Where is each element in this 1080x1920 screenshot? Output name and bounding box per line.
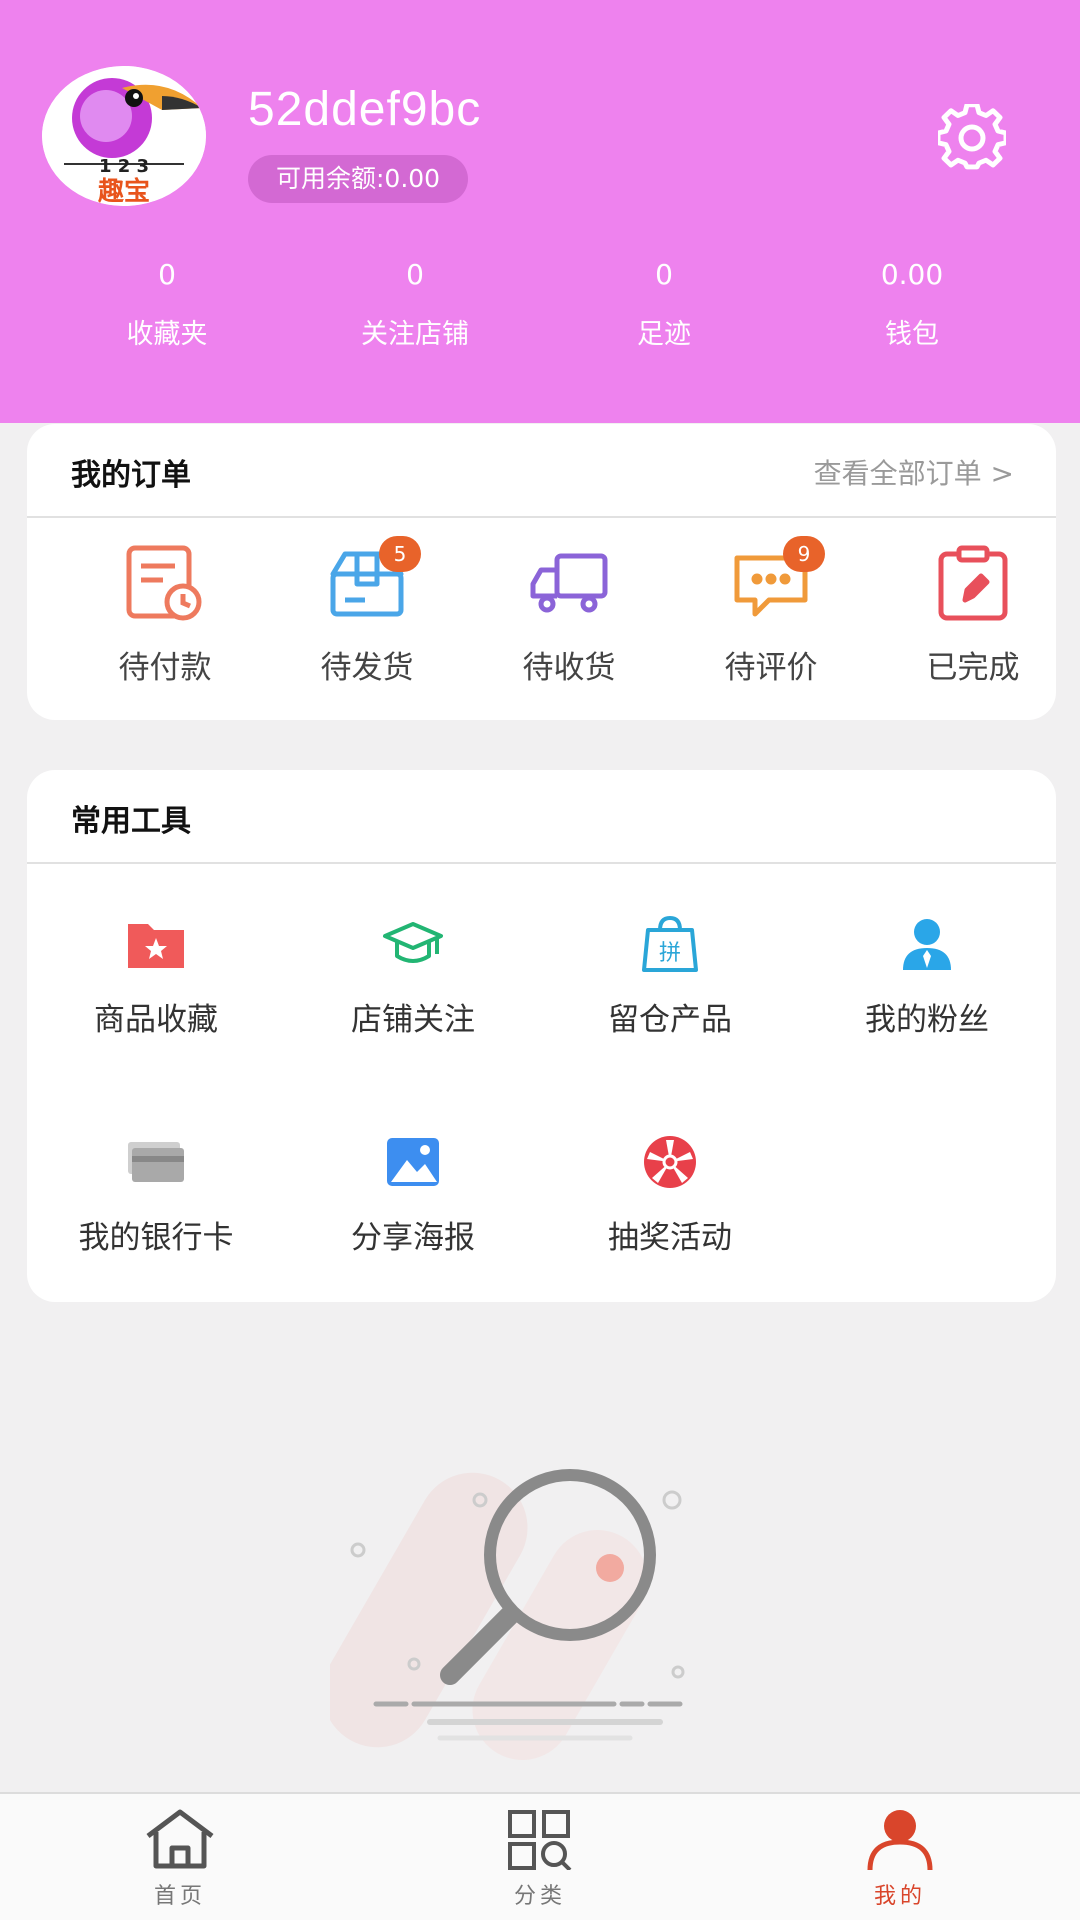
stat-value: 0.00 [880, 258, 944, 291]
tool-lottery[interactable]: 抽奖活动 [555, 1134, 785, 1257]
empty-search-illustration [322, 1450, 750, 1770]
shopping-bag-icon: 拼 [638, 915, 702, 972]
stat-label: 关注店铺 [361, 319, 469, 350]
tools-card: 常用工具 商品收藏 店铺关注 拼 留仓产品 我的粉丝 我的银行卡 分享海报 抽奖… [27, 770, 1056, 1302]
orders-card: 我的订单 查看全部订单 > 待付款 5 待发货 待收货 9 待评价 已完成 [27, 424, 1056, 720]
avatar-logo-text: 趣宝 [97, 176, 150, 206]
stat-label: 收藏夹 [126, 319, 208, 350]
tab-label: 首页 [153, 1884, 206, 1909]
tool-label: 分享海报 [351, 1220, 475, 1256]
profile-header: 1 2 3 趣宝 52ddef9bc 可用余额:0.00 0 收藏夹 0 关注店… [0, 0, 1080, 423]
stat-value: 0 [406, 258, 424, 291]
tool-label: 我的银行卡 [78, 1220, 234, 1256]
order-label: 待评价 [724, 650, 818, 686]
pending-shipment-icon: 5 [325, 536, 421, 624]
pending-payment-icon [123, 544, 207, 624]
lottery-wheel-icon [638, 1134, 702, 1190]
tab-home[interactable]: 首页 [80, 1808, 280, 1910]
tools-card-header: 常用工具 [27, 770, 1056, 864]
tool-shop-follow[interactable]: 店铺关注 [298, 916, 528, 1039]
order-pending-payment[interactable]: 待付款 [65, 544, 265, 687]
order-pending-receipt[interactable]: 待收货 [469, 544, 669, 687]
tab-label: 分类 [513, 1884, 566, 1909]
balance-badge[interactable]: 可用余额:0.00 [248, 155, 469, 203]
review-chat-icon: 9 [729, 536, 825, 624]
username: 52ddef9bc [248, 83, 482, 136]
tab-label: 我的 [873, 1884, 926, 1909]
stat-followed-shops[interactable]: 0 关注店铺 [315, 250, 515, 351]
order-label: 已完成 [926, 650, 1020, 686]
order-badge: 9 [783, 536, 825, 572]
order-label: 待发货 [320, 650, 414, 686]
stat-favorites[interactable]: 0 收藏夹 [67, 250, 267, 351]
bottom-tab-bar: 首页 分类 我的 [0, 1792, 1080, 1920]
svg-text:拼: 拼 [659, 941, 681, 966]
stat-value: 0 [655, 258, 673, 291]
orders-title: 我的订单 [71, 458, 191, 493]
home-icon [144, 1808, 216, 1870]
order-label: 待付款 [118, 650, 212, 686]
order-pending-review[interactable]: 9 待评价 [671, 536, 871, 687]
avatar-number-text: 1 2 3 [99, 156, 149, 177]
tool-warehouse-products[interactable]: 拼 留仓产品 [555, 915, 785, 1039]
delivery-truck-icon [527, 544, 611, 624]
stat-label: 足迹 [637, 319, 691, 350]
completed-clipboard-icon [931, 544, 1015, 624]
fans-user-icon [895, 916, 959, 972]
category-icon [504, 1808, 576, 1872]
stat-footprints[interactable]: 0 足迹 [564, 250, 764, 351]
avatar[interactable]: 1 2 3 趣宝 [42, 66, 206, 206]
tool-label: 我的粉丝 [865, 1002, 989, 1038]
view-all-orders-link[interactable]: 查看全部订单 > [814, 452, 1014, 492]
tool-share-poster[interactable]: 分享海报 [298, 1134, 528, 1257]
tool-bank-cards[interactable]: 我的银行卡 [41, 1134, 271, 1257]
profile-icon [864, 1808, 936, 1871]
order-badge: 5 [379, 536, 421, 572]
favorite-folder-icon [124, 916, 188, 972]
tool-label: 商品收藏 [94, 1002, 218, 1038]
tool-label: 店铺关注 [351, 1002, 475, 1038]
stat-label: 钱包 [885, 319, 939, 350]
orders-card-header: 我的订单 查看全部订单 > [27, 424, 1056, 518]
bank-card-icon [124, 1134, 188, 1190]
order-pending-shipment[interactable]: 5 待发货 [267, 536, 467, 687]
tool-label: 抽奖活动 [608, 1220, 732, 1256]
order-completed[interactable]: 已完成 [873, 544, 1073, 687]
stats-row: 0 收藏夹 0 关注店铺 0 足迹 0.00 钱包 [0, 250, 1080, 370]
stat-wallet[interactable]: 0.00 钱包 [812, 250, 1012, 351]
tools-title: 常用工具 [71, 804, 191, 839]
settings-gear-icon[interactable] [935, 102, 1009, 172]
tab-category[interactable]: 分类 [440, 1808, 640, 1910]
tab-profile[interactable]: 我的 [800, 1808, 1000, 1910]
poster-image-icon [381, 1134, 445, 1190]
tool-label: 留仓产品 [608, 1002, 732, 1038]
stat-value: 0 [158, 258, 176, 291]
order-label: 待收货 [522, 650, 616, 686]
tool-my-fans[interactable]: 我的粉丝 [812, 916, 1042, 1039]
graduation-cap-icon [381, 916, 445, 972]
tool-product-favorites[interactable]: 商品收藏 [41, 916, 271, 1039]
